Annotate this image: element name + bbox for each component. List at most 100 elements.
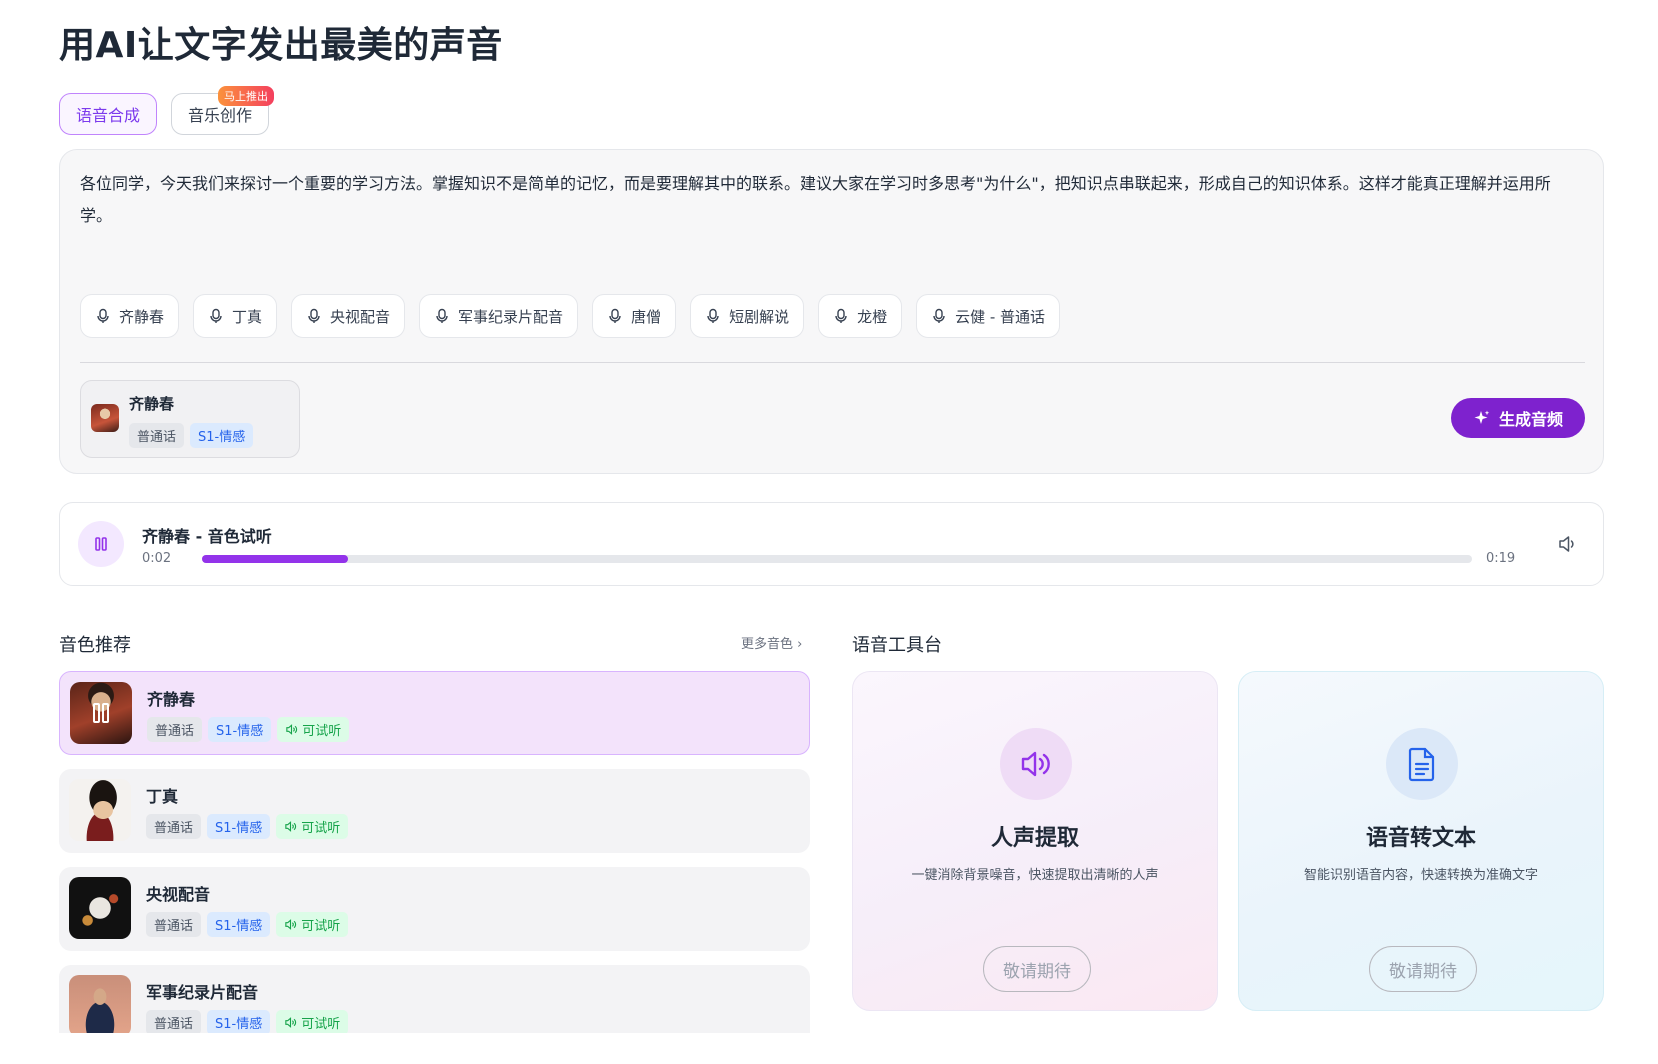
voice-recommend-list: 齐静春 普通话 S1-情感 可试听 丁真 普通话 S1-情感 可试听 央视配音 … xyxy=(59,671,810,1033)
language-tag: 普通话 xyxy=(129,423,185,448)
speaker-icon xyxy=(1021,751,1050,777)
voice-tags: 普通话 S1-情感 可试听 xyxy=(147,717,350,742)
voice-chip-label: 央视配音 xyxy=(330,307,391,326)
voice-name: 齐静春 xyxy=(147,690,196,709)
voice-tags: 普通话 S1-情感 可试听 xyxy=(146,912,349,937)
voice-name: 军事纪录片配音 xyxy=(146,983,259,1002)
tool-name: 人声提取 xyxy=(990,826,1079,851)
preview-tag[interactable]: 可试听 xyxy=(277,717,350,742)
speech-to-text-card: 语音转文本 智能识别语音内容，快速转换为准确文字 敬请期待 xyxy=(1238,671,1604,1011)
pause-icon xyxy=(93,703,109,723)
preview-label: 可试听 xyxy=(301,1017,341,1032)
pause-button[interactable] xyxy=(78,521,124,567)
microphone-icon xyxy=(308,308,320,323)
microphone-icon xyxy=(97,308,109,323)
speaker-icon xyxy=(286,724,298,735)
language-tag: 普通话 xyxy=(146,912,202,937)
microphone-icon xyxy=(210,308,222,323)
total-time: 0:19 xyxy=(1486,551,1516,566)
model-tag: S1-情感 xyxy=(208,717,272,742)
audio-player: 齐静春 - 音色试听 0:02 0:19 xyxy=(59,502,1604,586)
model-tag: S1-情感 xyxy=(207,1010,271,1033)
player-title: 齐静春 - 音色试听 xyxy=(142,527,272,546)
voice-chip[interactable]: 龙橙 xyxy=(818,294,903,338)
avatar xyxy=(69,877,131,939)
voice-card[interactable]: 丁真 普通话 S1-情感 可试听 xyxy=(59,769,810,853)
avatar xyxy=(69,779,131,841)
voice-chip[interactable]: 军事纪录片配音 xyxy=(419,294,579,338)
language-tag: 普通话 xyxy=(146,1010,202,1033)
microphone-icon xyxy=(933,308,945,323)
tool-name: 语音转文本 xyxy=(1365,826,1476,851)
voice-card[interactable]: 齐静春 普通话 S1-情感 可试听 xyxy=(59,671,810,755)
language-tag: 普通话 xyxy=(146,814,202,839)
microphone-icon xyxy=(835,308,847,323)
selected-voice-name: 齐静春 xyxy=(129,395,175,413)
document-icon xyxy=(1408,747,1435,782)
model-tag: S1-情感 xyxy=(207,814,271,839)
avatar xyxy=(69,975,131,1033)
voice-chip-label: 丁真 xyxy=(232,307,263,326)
more-voices-label: 更多音色 xyxy=(741,637,794,652)
page-title: 用AI让文字发出最美的声音 xyxy=(59,25,503,66)
tool-icon-wrap xyxy=(1386,728,1458,800)
pause-overlay[interactable] xyxy=(70,682,132,744)
progress-fill xyxy=(202,555,349,563)
tab-music-creation[interactable]: 音乐创作 马上推出 xyxy=(171,86,275,135)
language-tag: 普通话 xyxy=(147,717,203,742)
avatar xyxy=(91,404,119,432)
model-tag: S1-情感 xyxy=(207,912,271,937)
voice-chip[interactable]: 央视配音 xyxy=(291,294,406,338)
speaker-icon xyxy=(285,919,297,930)
generate-audio-button[interactable]: 生成音频 xyxy=(1450,398,1585,438)
progress-bar[interactable] xyxy=(202,555,1472,563)
coming-soon-badge: 马上推出 xyxy=(218,86,275,106)
vocal-extract-card: 人声提取 一键消除背景噪音，快速提取出清晰的人声 敬请期待 xyxy=(852,671,1218,1011)
selected-voice-tags: 普通话 S1-情感 xyxy=(129,423,254,448)
tools-title: 语音工具台 xyxy=(852,635,942,656)
voice-card[interactable]: 军事纪录片配音 普通话 S1-情感 可试听 xyxy=(59,965,810,1033)
preview-tag[interactable]: 可试听 xyxy=(276,814,349,839)
voice-chip-label: 短剧解说 xyxy=(729,307,790,326)
generate-audio-label: 生成音频 xyxy=(1498,410,1563,429)
voice-chip-label: 云健 - 普通话 xyxy=(955,307,1046,326)
speaker-icon xyxy=(285,1017,297,1028)
voice-chip-label: 龙橙 xyxy=(857,307,888,326)
selected-voice-card[interactable]: 齐静春 普通话 S1-情感 xyxy=(80,380,300,458)
current-time: 0:02 xyxy=(142,551,172,566)
model-tag: S1-情感 xyxy=(190,423,254,448)
pause-icon xyxy=(95,537,107,551)
voice-chip[interactable]: 云健 - 普通话 xyxy=(916,294,1061,338)
voice-tags: 普通话 S1-情感 可试听 xyxy=(146,1010,349,1033)
voice-chip[interactable]: 齐静春 xyxy=(80,294,180,338)
text-editor-panel: 各位同学，今天我们来探讨一个重要的学习方法。掌握知识不是简单的记忆，而是要理解其… xyxy=(59,149,1604,474)
voice-chip-label: 唐僧 xyxy=(631,307,662,326)
voice-chip-label: 齐静春 xyxy=(119,307,165,326)
volume-icon[interactable] xyxy=(1557,533,1579,555)
coming-soon-button[interactable]: 敬请期待 xyxy=(1369,946,1477,992)
preview-label: 可试听 xyxy=(302,724,342,739)
preview-tag[interactable]: 可试听 xyxy=(276,1010,349,1033)
more-voices-link[interactable]: 更多音色 › xyxy=(741,633,802,652)
preview-tag[interactable]: 可试听 xyxy=(276,912,349,937)
coming-soon-button[interactable]: 敬请期待 xyxy=(983,946,1091,992)
voice-tags: 普通话 S1-情感 可试听 xyxy=(146,814,349,839)
avatar xyxy=(70,682,132,744)
tab-speech-synthesis[interactable]: 语音合成 xyxy=(59,93,158,135)
voice-chip[interactable]: 丁真 xyxy=(193,294,278,338)
voice-card[interactable]: 央视配音 普通话 S1-情感 可试听 xyxy=(59,867,810,951)
microphone-icon xyxy=(707,308,719,323)
voice-chip-list: 齐静春 丁真 央视配音 军事纪录片配音 唐僧 短剧解说 龙橙 云健 - 普通话 xyxy=(80,294,1061,338)
sparkle-icon xyxy=(1474,410,1490,424)
voice-name: 丁真 xyxy=(146,787,179,806)
preview-label: 可试听 xyxy=(301,919,341,934)
voice-chip-label: 军事纪录片配音 xyxy=(458,307,564,326)
chevron-right-icon: › xyxy=(797,637,803,652)
text-input[interactable]: 各位同学，今天我们来探讨一个重要的学习方法。掌握知识不是简单的记忆，而是要理解其… xyxy=(80,168,1580,232)
microphone-icon xyxy=(609,308,621,323)
speaker-icon xyxy=(285,821,297,832)
voice-chip[interactable]: 唐僧 xyxy=(592,294,677,338)
recommend-title: 音色推荐 xyxy=(59,635,131,656)
voice-chip[interactable]: 短剧解说 xyxy=(690,294,805,338)
microphone-icon xyxy=(436,308,448,323)
